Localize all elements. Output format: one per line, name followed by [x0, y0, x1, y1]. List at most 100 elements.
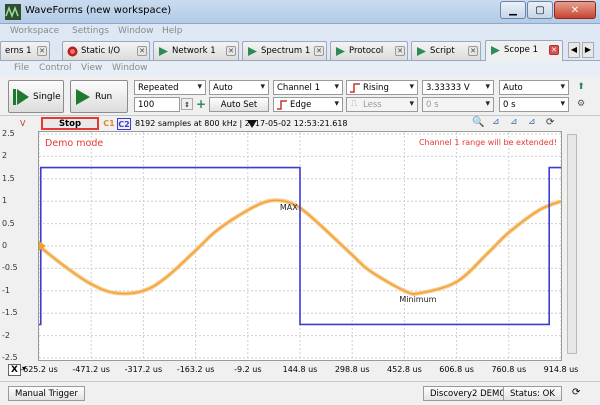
tab-scroll-right-icon[interactable]: ▶ [582, 42, 594, 58]
main-menubar: Workspace Settings Window Help [0, 24, 600, 39]
menu-window[interactable]: Window [118, 26, 154, 36]
x-axis: X ▾ -625.2 us -471.2 us -317.2 us -163.2 us… [0, 362, 600, 378]
tab-label: Script [430, 46, 455, 56]
x-tick-label: 760.8 us [491, 365, 527, 374]
trigger-position-marker-icon[interactable] [247, 120, 257, 128]
auto-set-button[interactable]: Auto Set [209, 97, 269, 112]
tab-scope[interactable]: Scope 1 ✕ [485, 40, 563, 61]
y-tick-label: 0 [2, 241, 8, 250]
time-axis-toggle-icon[interactable]: X [8, 364, 21, 376]
maximize-button[interactable]: ▢ [527, 1, 553, 19]
status-button[interactable]: Status: OK [503, 386, 562, 401]
menu-workspace[interactable]: Workspace [10, 26, 59, 36]
demo-mode-label: Demo mode [45, 138, 104, 149]
settings-icon[interactable]: ⚙ [575, 98, 587, 110]
holdoff-mode-select[interactable]: Auto [499, 80, 569, 95]
range-warning-label: Channel 1 range will be extended! [418, 138, 557, 147]
y-tick-label: 0.5 [2, 218, 15, 228]
channel-2-trace [39, 166, 561, 326]
acquisition-strip: V Stop C1 C2 8192 samples at 800 kHz | 2… [0, 116, 600, 131]
count-spin-icon[interactable]: ⇕ [181, 98, 193, 110]
tab-patterns[interactable]: erns 1 ✕ [0, 41, 50, 60]
x-tick-label: -163.2 us [176, 365, 215, 374]
tab-spectrum[interactable]: Spectrum 1 ✕ [242, 41, 327, 60]
condition-select[interactable]: ⎍ Less [346, 97, 418, 112]
y-tick-label: 1.5 [2, 173, 15, 183]
add-icon[interactable]: + [195, 98, 207, 110]
arrow-up-icon[interactable]: ⬆ [575, 81, 587, 93]
tab-label: Spectrum 1 [261, 46, 311, 56]
menu-file[interactable]: File [14, 63, 29, 73]
zoom-icon[interactable]: 🔍 [472, 117, 484, 128]
condition-label: Less [363, 100, 382, 110]
tab-protocol[interactable]: Protocol ✕ [330, 41, 408, 60]
x-tick-label: 452.8 us [387, 365, 422, 374]
run-button[interactable]: Run [70, 80, 128, 113]
x-tick-label: 606.8 us [439, 365, 474, 374]
y-tick-label: 2 [2, 151, 8, 161]
channel-1-toggle[interactable]: C1 [103, 118, 115, 130]
device-button[interactable]: Discovery2 DEMO [423, 386, 514, 401]
zoom-out-icon[interactable]: ⊿ [510, 117, 518, 127]
y-axis: 2.5 2 1.5 1 0.5 0 -0.5 -1 -1.5 -2 -2.5 [0, 129, 38, 363]
tab-label: erns 1 [5, 46, 32, 56]
x-tick-label: 298.8 us [334, 365, 370, 374]
zoom-fit-icon[interactable]: ⊿ [528, 117, 536, 127]
tab-label: Protocol [349, 46, 384, 56]
average-count-field[interactable]: 100 [134, 97, 180, 112]
tab-static-io[interactable]: Static I/O ✕ [62, 41, 150, 60]
menu-view[interactable]: View [81, 63, 102, 73]
single-label: Single [33, 92, 61, 102]
position-field[interactable]: 0 s [499, 97, 569, 112]
x-tick-label: -9.2 us [234, 365, 262, 374]
manual-trigger-button[interactable]: Manual Trigger [8, 386, 85, 401]
network-icon [159, 47, 168, 56]
menu-settings[interactable]: Settings [72, 26, 109, 36]
menu-window-sub[interactable]: Window [112, 63, 148, 73]
y-tick-label: 1 [2, 196, 8, 206]
acquisition-mode-select[interactable]: Repeated [134, 80, 206, 95]
close-window-button[interactable]: ✕ [554, 1, 596, 19]
menu-control[interactable]: Control [39, 63, 72, 73]
scope-plot[interactable]: MAX Minimum Demo mode Channel 1 range wil… [38, 131, 562, 361]
x-tick-label: -625.2 us [20, 365, 58, 374]
static-io-icon [67, 46, 78, 57]
trigger-level-field[interactable]: 3.33333 V [422, 80, 494, 95]
close-icon[interactable]: ✕ [395, 46, 405, 56]
tab-label: Static I/O [81, 46, 121, 56]
zoom-in-icon[interactable]: ⊿ [492, 117, 500, 127]
tab-label: Scope 1 [504, 45, 539, 55]
close-icon[interactable]: ✕ [37, 46, 47, 56]
tab-scroll-left-icon[interactable]: ◀ [568, 42, 580, 58]
tab-network[interactable]: Network 1 ✕ [153, 41, 239, 60]
menu-help[interactable]: Help [162, 26, 183, 36]
y-tick-label: -2 [2, 330, 10, 340]
scope-toolbar: Single Run Repeated Auto Channel 1 Risin… [0, 76, 600, 116]
close-icon[interactable]: ✕ [549, 45, 559, 55]
x-tick-label: -471.2 us [72, 365, 110, 374]
time-min-field[interactable]: 0 s [422, 97, 494, 112]
spectrum-icon [248, 47, 257, 56]
vertical-scrollbar[interactable] [567, 134, 577, 354]
close-icon[interactable]: ✕ [226, 46, 236, 56]
close-icon[interactable]: ✕ [314, 46, 324, 56]
resize-grip-icon[interactable]: ⟳ [572, 387, 580, 398]
refresh-icon[interactable]: ⟳ [546, 117, 554, 128]
stop-button[interactable]: Stop [41, 117, 99, 130]
minimize-button[interactable]: ▁ [500, 1, 526, 19]
single-button[interactable]: Single [8, 80, 64, 113]
protocol-icon [336, 47, 345, 56]
trigger-slope-select[interactable]: Rising [346, 80, 418, 95]
tab-script[interactable]: Script ✕ [411, 41, 481, 60]
trigger-type-select[interactable]: Edge [273, 97, 343, 112]
x-tick-label: 144.8 us [282, 365, 318, 374]
plot-canvas[interactable]: MAX Minimum [39, 132, 561, 360]
close-icon[interactable]: ✕ [468, 46, 478, 56]
channel-2-toggle[interactable]: C2 [117, 118, 131, 130]
trigger-mode-select[interactable]: Auto [209, 80, 269, 95]
trigger-channel-select[interactable]: Channel 1 [273, 80, 343, 95]
right-panel [563, 116, 600, 376]
plot-annotation: MAX [280, 203, 298, 212]
waveforms-app-icon [5, 4, 21, 20]
close-icon[interactable]: ✕ [137, 46, 147, 56]
